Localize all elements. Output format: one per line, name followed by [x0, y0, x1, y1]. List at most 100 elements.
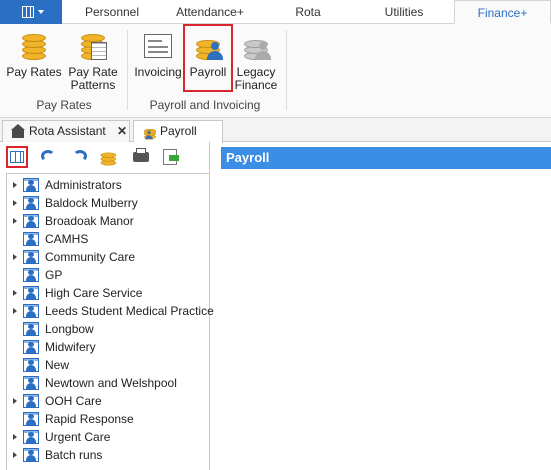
tree-node[interactable]: Midwifery — [7, 338, 210, 356]
menu-icon — [22, 6, 34, 18]
ribbon-separator — [127, 30, 128, 110]
tree-node[interactable]: High Care Service — [7, 284, 210, 302]
team-icon — [23, 214, 39, 228]
org-tree: Administrators Baldock Mulberry Broadoak M… — [6, 173, 214, 470]
tree-node-label: Administrators — [45, 178, 122, 192]
tree-node-label: Batch runs — [45, 448, 103, 462]
expand-arrow-icon[interactable] — [13, 452, 17, 458]
tree-node[interactable]: Administrators — [7, 176, 210, 194]
tab-personnel[interactable]: Personnel — [64, 0, 160, 24]
team-icon — [23, 394, 39, 408]
team-icon — [23, 412, 39, 426]
tab-attendance[interactable]: Attendance+ — [160, 0, 260, 24]
team-icon — [23, 322, 39, 336]
tree-node[interactable]: Community Care — [7, 248, 210, 266]
invoice-icon — [142, 30, 174, 62]
pay-rates-label: Pay Rates — [6, 65, 62, 79]
tree-node-label: Leeds Student Medical Practice — [45, 304, 214, 318]
team-icon — [23, 340, 39, 354]
legacy-finance-icon — [240, 30, 272, 62]
refresh-icon — [73, 150, 87, 162]
expand-arrow-icon[interactable] — [13, 254, 17, 260]
home-icon — [11, 124, 25, 138]
undo-icon — [41, 150, 55, 162]
team-icon — [23, 268, 39, 282]
close-icon[interactable]: ✕ — [117, 121, 127, 141]
expand-arrow-icon[interactable] — [13, 290, 17, 296]
team-icon — [23, 448, 39, 462]
tree-node[interactable]: Baldock Mulberry — [7, 194, 210, 212]
grid-view-button[interactable] — [6, 146, 28, 168]
tree-node-label: Community Care — [45, 250, 136, 264]
group-label-payroll-invoicing: Payroll and Invoicing — [149, 98, 261, 112]
payroll-panel: Payroll — [221, 147, 551, 470]
tree-node[interactable]: Broadoak Manor — [7, 212, 210, 230]
team-icon — [23, 304, 39, 318]
group-label-pay-rates: Pay Rates — [36, 98, 92, 112]
panel-header: Payroll — [221, 147, 551, 169]
tree-node[interactable]: Newtown and Welshpool — [7, 374, 210, 392]
expand-arrow-icon[interactable] — [13, 182, 17, 188]
pay-rate-patterns-icon — [77, 30, 109, 62]
tree-node-label: Urgent Care — [45, 430, 111, 444]
refresh-button[interactable] — [70, 146, 92, 168]
payroll-icon — [192, 30, 224, 62]
team-icon — [23, 430, 39, 444]
tree-node-label: OOH Care — [45, 394, 102, 408]
tree-node[interactable]: New — [7, 356, 210, 374]
invoicing-button[interactable]: Invoicing — [132, 24, 184, 94]
doc-tab-rota-assistant[interactable]: Rota Assistant ✕ — [2, 120, 130, 142]
tree-node-label: Baldock Mulberry — [45, 196, 138, 210]
tree-node[interactable]: Rapid Response — [7, 410, 210, 428]
tree-node[interactable]: OOH Care — [7, 392, 210, 410]
application-menu-button[interactable] — [0, 0, 62, 24]
legacy-finance-label-2: Finance — [234, 78, 278, 92]
expand-arrow-icon[interactable] — [13, 434, 17, 440]
team-icon — [23, 232, 39, 246]
expand-arrow-icon[interactable] — [13, 218, 17, 224]
tree-node-label: Midwifery — [45, 340, 96, 354]
ribbon-separator — [286, 30, 287, 110]
undo-button[interactable] — [38, 146, 60, 168]
pay-rate-patterns-label-2: Patterns — [70, 78, 116, 92]
ribbon: Pay Rates Pay Rate Patterns Pay Rates In… — [0, 24, 551, 118]
pay-rates-button[interactable]: Pay Rates — [6, 24, 62, 94]
team-icon — [23, 358, 39, 372]
team-icon — [23, 196, 39, 210]
doc-tab-label: Payroll — [160, 124, 197, 138]
team-icon — [23, 376, 39, 390]
tree-node[interactable]: Longbow — [7, 320, 210, 338]
coins-export-button[interactable] — [98, 146, 119, 167]
print-button[interactable] — [130, 146, 152, 168]
tree-node-label: GP — [45, 268, 63, 282]
tree-node-label: New — [45, 358, 70, 372]
expand-arrow-icon[interactable] — [13, 398, 17, 404]
payroll-button[interactable]: Payroll — [183, 24, 233, 92]
tab-rota[interactable]: Rota — [260, 0, 356, 24]
expand-arrow-icon[interactable] — [13, 200, 17, 206]
tree-node-label: Rapid Response — [45, 412, 134, 426]
tab-finance[interactable]: Finance+ — [454, 0, 551, 24]
pay-rate-patterns-button[interactable]: Pay Rate Patterns — [64, 24, 122, 94]
team-icon — [23, 178, 39, 192]
tree-node[interactable]: CAMHS — [7, 230, 210, 248]
expand-arrow-icon[interactable] — [13, 308, 17, 314]
tree-node[interactable]: Leeds Student Medical Practice — [7, 302, 214, 320]
tree-node[interactable]: GP — [7, 266, 210, 284]
legacy-finance-button[interactable]: Legacy Finance — [234, 24, 278, 94]
payroll-icon — [142, 124, 158, 140]
tree-toolbar — [0, 142, 210, 170]
team-icon — [23, 250, 39, 264]
tree-node[interactable]: Batch runs — [7, 446, 210, 464]
doc-tab-payroll[interactable]: Payroll — [133, 120, 223, 143]
tree-node-label: Broadoak Manor — [45, 214, 134, 228]
tab-utilities[interactable]: Utilities — [356, 0, 452, 24]
export-button[interactable] — [160, 146, 182, 168]
tree-node-label: Longbow — [45, 322, 94, 336]
tree-node[interactable]: Urgent Care — [7, 428, 210, 446]
team-icon — [23, 286, 39, 300]
doc-tab-label: Rota Assistant — [29, 124, 106, 138]
left-panel: Administrators Baldock Mulberry Broadoak M… — [0, 142, 214, 470]
coins-icon — [18, 30, 50, 62]
tree-node-label: CAMHS — [45, 232, 89, 246]
